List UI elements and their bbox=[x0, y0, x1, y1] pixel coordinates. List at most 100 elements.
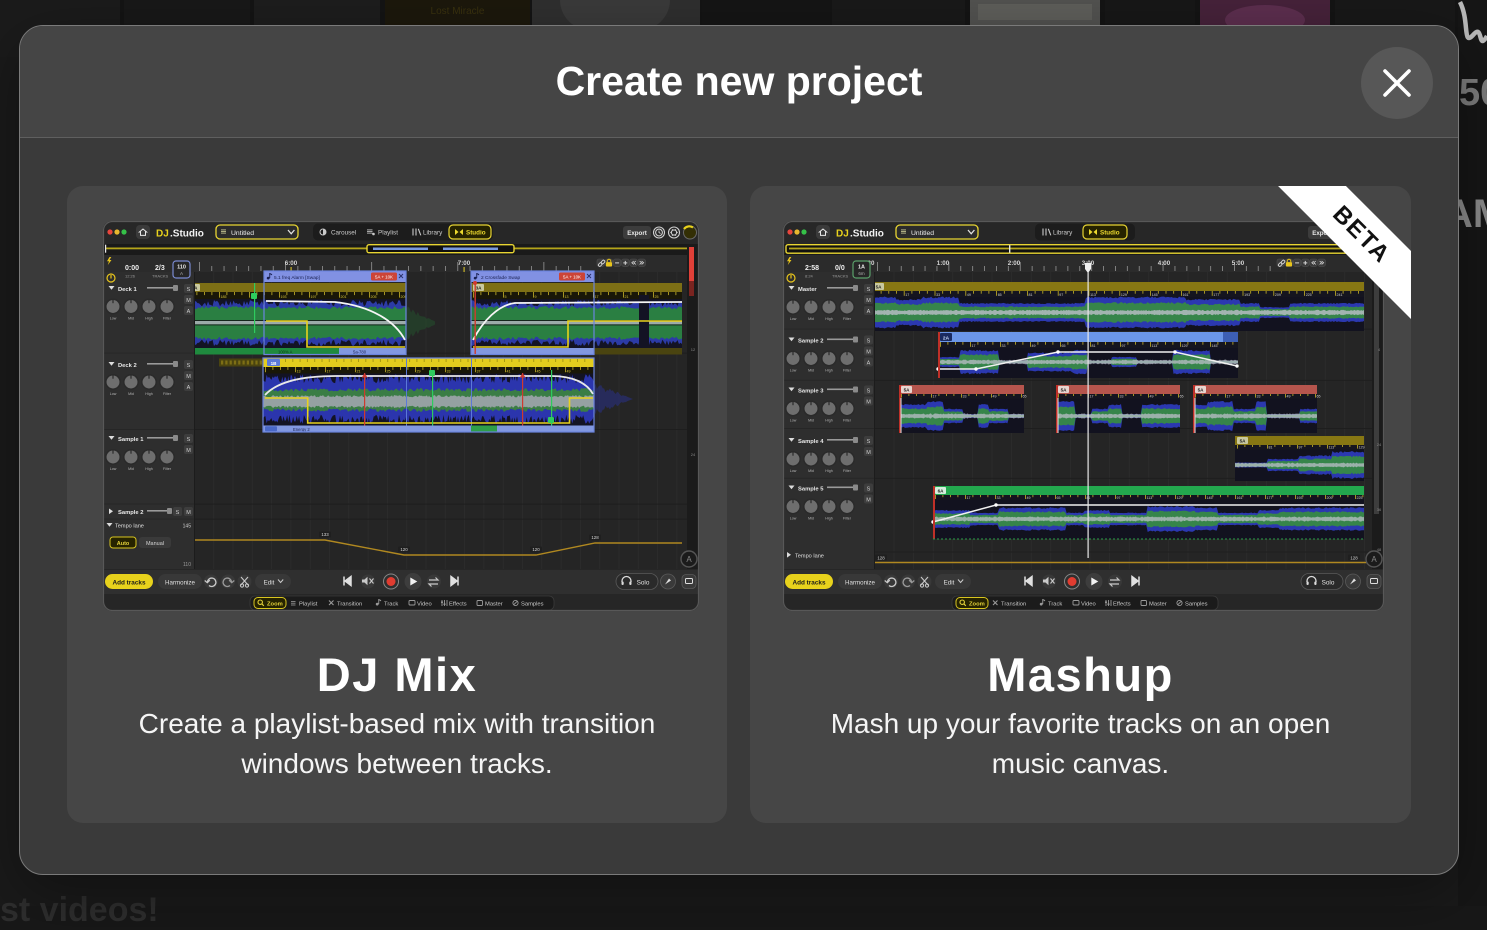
svg-text:17: 17 bbox=[1227, 395, 1231, 399]
svg-text:33: 33 bbox=[936, 293, 940, 297]
svg-text:6A: 6A bbox=[938, 489, 945, 494]
svg-text:49: 49 bbox=[567, 370, 571, 374]
svg-text:49: 49 bbox=[967, 293, 971, 297]
svg-text:Filter: Filter bbox=[843, 469, 852, 473]
svg-text:S: S bbox=[867, 439, 871, 445]
svg-text:Low: Low bbox=[110, 317, 117, 321]
svg-text:241: 241 bbox=[1337, 293, 1343, 297]
svg-text:24: 24 bbox=[691, 452, 696, 457]
svg-text:.Studio: .Studio bbox=[170, 229, 204, 240]
svg-text:21: 21 bbox=[357, 370, 361, 374]
svg-text:45: 45 bbox=[537, 370, 541, 374]
svg-text:A: A bbox=[867, 309, 871, 315]
svg-text:129: 129 bbox=[1121, 293, 1127, 297]
svg-text:225: 225 bbox=[1357, 496, 1363, 500]
svg-text:Track: Track bbox=[384, 602, 398, 608]
svg-text:M: M bbox=[186, 298, 191, 304]
svg-text:Filter: Filter bbox=[843, 517, 852, 521]
svg-text:33: 33 bbox=[1257, 395, 1261, 399]
svg-text:97: 97 bbox=[1299, 446, 1303, 450]
svg-text:33: 33 bbox=[1002, 344, 1006, 348]
svg-text:High: High bbox=[145, 317, 152, 321]
svg-text:Master: Master bbox=[1149, 602, 1167, 608]
svg-text:6m: 6m bbox=[858, 271, 865, 276]
svg-text:Low: Low bbox=[110, 467, 117, 471]
svg-text:Mid: Mid bbox=[808, 517, 814, 521]
svg-text:Edit: Edit bbox=[264, 580, 275, 587]
svg-text:65: 65 bbox=[1057, 496, 1061, 500]
svg-text:209: 209 bbox=[1275, 293, 1281, 297]
svg-text:TRACKS: TRACKS bbox=[832, 274, 849, 279]
svg-text:33: 33 bbox=[963, 395, 967, 399]
svg-text:M: M bbox=[866, 450, 871, 456]
svg-text:Low: Low bbox=[790, 517, 797, 521]
svg-text:Samples: Samples bbox=[1185, 602, 1208, 608]
svg-text:17: 17 bbox=[967, 496, 971, 500]
svg-text:129: 129 bbox=[1182, 344, 1188, 348]
svg-text:36: 36 bbox=[1377, 507, 1382, 512]
svg-text:Mid: Mid bbox=[808, 317, 814, 321]
svg-text:High: High bbox=[825, 369, 832, 373]
svg-text:A: A bbox=[187, 309, 191, 315]
svg-text:25: 25 bbox=[387, 370, 391, 374]
svg-text:225: 225 bbox=[1306, 293, 1312, 297]
svg-text:113: 113 bbox=[1152, 344, 1158, 348]
svg-text:21: 21 bbox=[625, 295, 629, 299]
svg-text:177: 177 bbox=[1267, 496, 1273, 500]
svg-text:128: 128 bbox=[877, 555, 885, 560]
svg-text:113: 113 bbox=[1147, 496, 1153, 500]
svg-text:2:58: 2:58 bbox=[805, 265, 819, 272]
svg-text:High: High bbox=[825, 517, 832, 521]
svg-text:M: M bbox=[866, 497, 871, 503]
svg-text:120: 120 bbox=[532, 547, 540, 552]
svg-text:Sample 2: Sample 2 bbox=[118, 510, 143, 516]
svg-text:2:00: 2:00 bbox=[1008, 260, 1021, 267]
svg-text:17: 17 bbox=[595, 295, 599, 299]
svg-text:S: S bbox=[176, 510, 180, 516]
svg-text:65: 65 bbox=[1317, 395, 1321, 399]
svg-text:49: 49 bbox=[993, 395, 997, 399]
svg-text:M: M bbox=[186, 448, 191, 454]
svg-text:5:00: 5:00 bbox=[1232, 260, 1245, 267]
svg-text:S: S bbox=[867, 287, 871, 293]
svg-text:Playlist: Playlist bbox=[299, 602, 318, 608]
svg-text:2/3: 2/3 bbox=[155, 265, 165, 272]
svg-text:M: M bbox=[186, 374, 191, 380]
svg-text:Low: Low bbox=[790, 419, 797, 423]
svg-text:Low: Low bbox=[110, 392, 117, 396]
svg-text:Mid: Mid bbox=[808, 469, 814, 473]
svg-text:5A: 5A bbox=[904, 388, 911, 393]
svg-text:High: High bbox=[825, 419, 832, 423]
svg-text:5A + 10K: 5A + 10K bbox=[375, 275, 393, 280]
svg-text:Tempo lane: Tempo lane bbox=[795, 554, 824, 560]
svg-text:Untitled: Untitled bbox=[911, 230, 934, 237]
svg-text:Sample 1: Sample 1 bbox=[118, 437, 144, 443]
svg-text:4:00: 4:00 bbox=[1158, 260, 1171, 267]
svg-text:145: 145 bbox=[183, 524, 192, 530]
svg-text:Effects: Effects bbox=[1113, 602, 1131, 608]
svg-text:Filter: Filter bbox=[843, 317, 852, 321]
svg-text:128: 128 bbox=[591, 535, 599, 540]
svg-text:DJ: DJ bbox=[836, 229, 849, 240]
svg-text:Sample 4: Sample 4 bbox=[798, 439, 824, 445]
svg-text:Low: Low bbox=[790, 317, 797, 321]
svg-text:49: 49 bbox=[1150, 395, 1154, 399]
svg-text:Transition: Transition bbox=[337, 602, 362, 608]
svg-text:33: 33 bbox=[447, 370, 451, 374]
svg-text:A: A bbox=[1371, 555, 1377, 564]
svg-text:5.1 freq Alarm [Swap]: 5.1 freq Alarm [Swap] bbox=[274, 275, 320, 281]
svg-text:97: 97 bbox=[1117, 496, 1121, 500]
svg-text:5: 5 bbox=[505, 295, 507, 299]
svg-text:37: 37 bbox=[477, 370, 481, 374]
svg-text:DJ: DJ bbox=[156, 229, 169, 240]
svg-text:Master: Master bbox=[485, 602, 503, 608]
svg-text:A: A bbox=[686, 555, 692, 564]
svg-text:S: S bbox=[867, 338, 871, 344]
svg-text:Sample 5: Sample 5 bbox=[798, 487, 824, 493]
svg-text:133: 133 bbox=[321, 532, 329, 537]
svg-text:5A + 10K: 5A + 10K bbox=[563, 275, 581, 280]
svg-text:Filter: Filter bbox=[163, 467, 172, 471]
svg-text:Zoom: Zoom bbox=[969, 602, 985, 608]
svg-text:5A: 5A bbox=[1240, 439, 1247, 444]
svg-text:Video: Video bbox=[417, 602, 432, 608]
